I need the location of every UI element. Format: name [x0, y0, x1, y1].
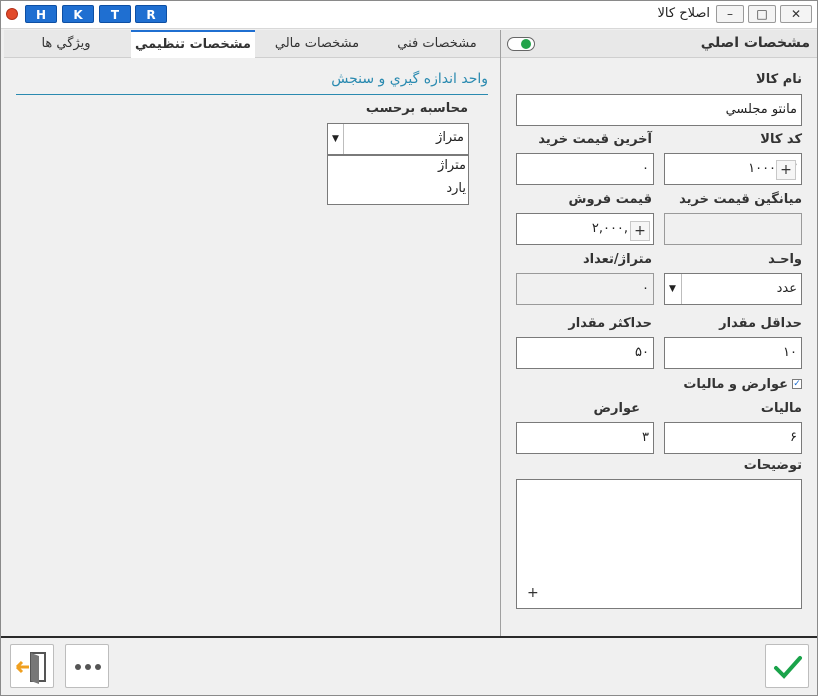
- calc-selected: متراژ: [436, 130, 464, 145]
- duty-input[interactable]: ۳: [516, 422, 654, 454]
- description-textarea[interactable]: [516, 479, 802, 609]
- last-price-input[interactable]: ۰: [516, 153, 654, 185]
- ellipsis-icon: [75, 664, 101, 670]
- checkmark-icon: [774, 656, 802, 679]
- measurement-section-title: واحد اندازه گيري و سنجش: [331, 71, 488, 87]
- description-add-icon[interactable]: +: [527, 585, 539, 601]
- exit-door-icon: [15, 652, 46, 684]
- tab-financial[interactable]: مشخصات مالي: [257, 30, 377, 58]
- close-icon[interactable]: ✕: [780, 5, 812, 23]
- calc-label: محاسبه برحسب: [365, 101, 468, 116]
- sell-price-label: قيمت فروش: [568, 192, 652, 207]
- unit-value: عدد: [776, 281, 797, 296]
- duty-label: عوارض: [593, 401, 640, 416]
- sell-price-add-icon[interactable]: +: [630, 221, 650, 241]
- tax-checkbox-label: عوارض و ماليات: [683, 377, 788, 392]
- calc-option-meter[interactable]: متراژ: [438, 158, 466, 173]
- tab-features[interactable]: ويژگي ها: [6, 30, 126, 58]
- calc-select[interactable]: متراژ: [327, 123, 469, 155]
- min-qty-input[interactable]: ۱۰: [664, 337, 802, 369]
- more-options-button[interactable]: [65, 644, 109, 688]
- footer-bar: [1, 636, 817, 695]
- hotkey-r-button[interactable]: R: [135, 5, 167, 23]
- name-input[interactable]: مانتو مجلسي: [516, 94, 802, 126]
- toggle-knob-icon: [521, 39, 531, 49]
- panel-divider: [500, 30, 501, 636]
- code-add-icon[interactable]: +: [776, 160, 796, 180]
- calc-option-yard[interactable]: يارد: [446, 181, 466, 196]
- meter-count-label: متراژ/تعداد: [583, 252, 652, 267]
- chevron-down-icon[interactable]: ▼: [664, 274, 682, 304]
- description-label: توضيحات: [743, 458, 802, 473]
- close-dot-icon[interactable]: [6, 8, 18, 20]
- avg-price-input: [664, 213, 802, 245]
- code-label: كد كالا: [760, 132, 802, 147]
- hotkey-t-button[interactable]: T: [99, 5, 131, 23]
- name-label: نام كالا: [756, 72, 802, 87]
- tax-checkbox[interactable]: ✓: [792, 379, 802, 389]
- main-section-toggle[interactable]: [507, 37, 535, 51]
- unit-select[interactable]: عدد: [664, 273, 802, 305]
- tab-settings[interactable]: مشخصات تنظيمي: [131, 30, 255, 58]
- meter-count-input: ۰: [516, 273, 654, 305]
- tax-label: ماليات: [760, 401, 802, 416]
- min-qty-label: حداقل مقدار: [719, 316, 802, 331]
- max-qty-label: حداكثر مقدار: [568, 316, 652, 331]
- exit-button[interactable]: [10, 644, 54, 688]
- main-section-title: مشخصات اصلي: [700, 35, 810, 51]
- minimize-icon[interactable]: –: [716, 5, 744, 23]
- tab-technical[interactable]: مشخصات فني: [377, 30, 497, 58]
- section-underline: [16, 94, 488, 95]
- last-price-label: آخرين قيمت خريد: [538, 132, 652, 147]
- window-title: اصلاح كالا: [657, 6, 711, 21]
- avg-price-label: ميانگين قيمت خريد: [679, 192, 802, 207]
- tax-input[interactable]: ۶: [664, 422, 802, 454]
- chevron-down-icon[interactable]: ▼: [328, 124, 344, 154]
- maximize-icon[interactable]: □: [748, 5, 776, 23]
- unit-label: واحـد: [768, 252, 802, 267]
- max-qty-input[interactable]: ۵۰: [516, 337, 654, 369]
- hotkey-k-button[interactable]: K: [62, 5, 94, 23]
- hotkey-h-button[interactable]: H: [25, 5, 57, 23]
- confirm-button[interactable]: [765, 644, 809, 688]
